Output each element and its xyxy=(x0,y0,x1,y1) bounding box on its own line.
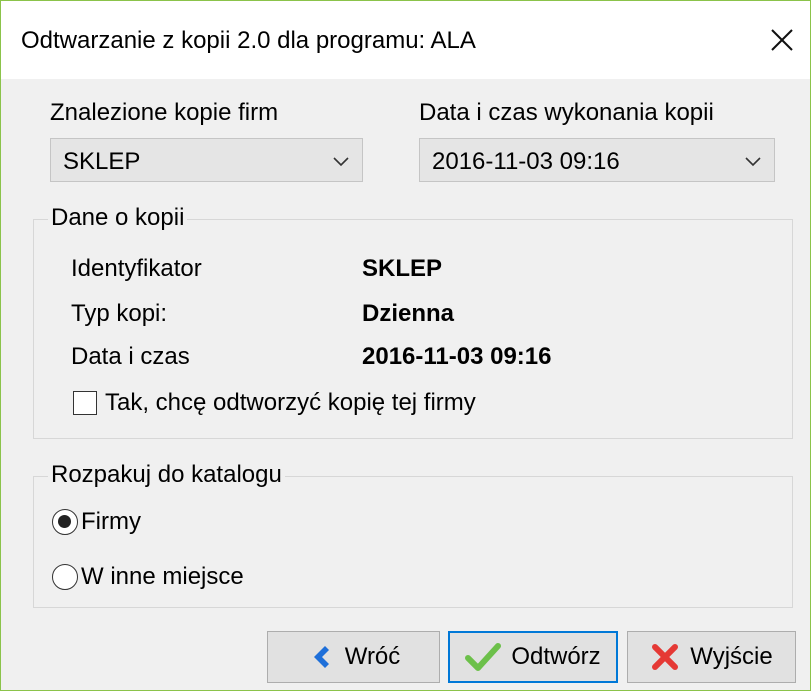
open-button-label: Odtwórz xyxy=(511,643,601,670)
chevron-down-icon xyxy=(745,157,761,167)
close-icon xyxy=(771,29,793,51)
backup-info-title: Dane o kopii xyxy=(48,204,188,232)
close-button[interactable] xyxy=(754,17,810,63)
companies-label: Znalezione kopie firm xyxy=(50,99,279,126)
back-button[interactable]: Wróć xyxy=(267,631,440,683)
backup-datetime-label: Data i czas wykonania kopii xyxy=(419,99,714,126)
radio-other-location[interactable] xyxy=(52,564,78,590)
chevron-down-icon xyxy=(333,157,349,167)
backup-datetime-select[interactable]: 2016-11-03 09:16 xyxy=(419,138,775,182)
back-button-label: Wróć xyxy=(344,643,401,670)
confirm-restore-label[interactable]: Tak, chcę odtworzyć kopię tej firmy xyxy=(105,389,476,417)
dialog-window: Odtwarzanie z kopii 2.0 dla programu: AL… xyxy=(0,0,811,691)
radio-selected-dot xyxy=(58,515,71,528)
exit-button[interactable]: Wyjście xyxy=(627,631,796,683)
identifier-label: Identyfikator xyxy=(71,255,202,282)
radio-firmy[interactable] xyxy=(52,509,78,535)
exit-button-label: Wyjście xyxy=(690,643,773,670)
confirm-restore-checkbox[interactable] xyxy=(73,391,97,415)
open-button[interactable]: Odtwórz xyxy=(448,631,618,683)
companies-select[interactable]: SKLEP xyxy=(50,138,363,182)
window-title: Odtwarzanie z kopii 2.0 dla programu: AL… xyxy=(21,27,476,54)
backup-type-label: Typ kopi: xyxy=(71,300,168,327)
backup-datetime-info-value: 2016-11-03 09:16 xyxy=(362,343,552,370)
extract-to-title: Rozpakuj do katalogu xyxy=(48,461,285,489)
x-mark-icon xyxy=(652,644,679,670)
identifier-value: SKLEP xyxy=(362,255,443,282)
backup-datetime-selected-value: 2016-11-03 09:16 xyxy=(432,148,620,175)
companies-selected-value: SKLEP xyxy=(63,148,141,175)
backup-type-value: Dzienna xyxy=(362,300,455,327)
arrow-left-icon xyxy=(313,646,329,668)
radio-other-location-label[interactable]: W inne miejsce xyxy=(81,563,244,591)
checkmark-icon xyxy=(465,643,502,671)
title-bar: Odtwarzanie z kopii 2.0 dla programu: AL… xyxy=(1,1,810,79)
backup-datetime-info-label: Data i czas xyxy=(71,343,190,370)
radio-firmy-label[interactable]: Firmy xyxy=(81,508,141,536)
